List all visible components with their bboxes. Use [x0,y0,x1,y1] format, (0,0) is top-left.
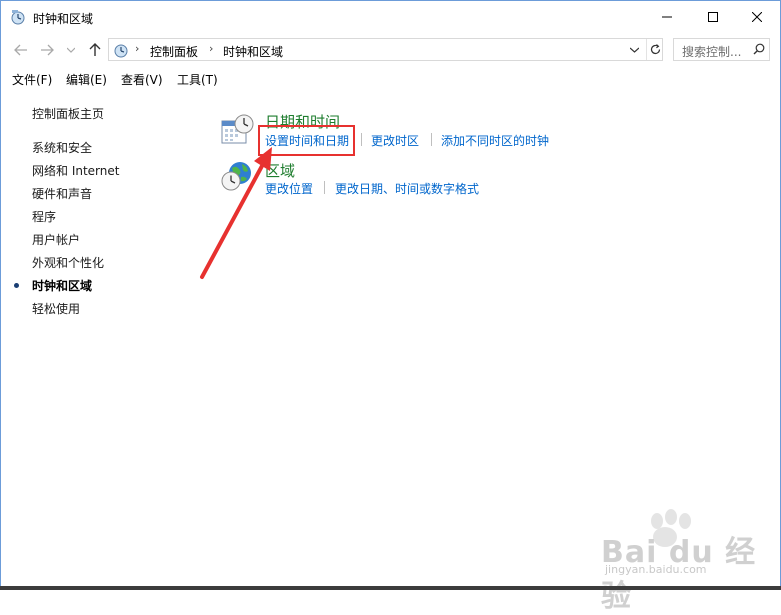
close-icon [752,12,762,22]
link-change-formats[interactable]: 更改日期、时间或数字格式 [335,180,479,197]
menu-edit[interactable]: 编辑(E) [66,71,107,88]
minimize-button[interactable] [644,1,690,33]
nav-system-security[interactable]: 系统和安全 [32,139,92,156]
nav-programs[interactable]: 程序 [32,208,56,225]
nav-network-internet[interactable]: 网络和 Internet [32,162,119,179]
nav-user-accounts[interactable]: 用户帐户 [32,231,80,248]
address-dropdown-button[interactable] [626,42,642,58]
link-add-clocks[interactable]: 添加不同时区的时钟 [441,132,549,149]
active-nav-bullet [14,283,19,288]
address-bar[interactable]: › 控制面板 › 时钟和区域 [108,38,663,61]
control-panel-icon [114,44,128,58]
navigation-bar: › 控制面板 › 时钟和区域 搜索控制... [1,33,780,67]
arrow-up-icon [89,43,101,56]
link-change-time-zone[interactable]: 更改时区 [371,132,419,149]
nav-appearance[interactable]: 外观和个性化 [32,254,104,271]
control-panel-app-icon [11,10,25,25]
minimize-icon [662,16,672,18]
arrow-left-icon [14,44,27,56]
up-button[interactable] [85,40,105,60]
back-button[interactable] [11,40,31,60]
nav-hardware-sound[interactable]: 硬件和声音 [32,185,92,202]
refresh-icon [650,44,661,55]
arrow-right-icon [41,44,54,56]
breadcrumb-control-panel[interactable]: 控制面板 [150,43,198,60]
breadcrumb-current[interactable]: 时钟和区域 [223,43,283,60]
recent-locations-button[interactable] [61,40,81,60]
forward-button[interactable] [37,40,57,60]
watermark-url: jingyan.baidu.com [605,563,707,576]
link-separator [324,181,325,194]
nav-clock-region[interactable]: 时钟和区域 [32,277,92,294]
chevron-down-icon [629,47,639,53]
menu-tools[interactable]: 工具(T) [177,71,218,88]
control-panel-window: 时钟和区域 › 控制面板 › 时钟和区域 搜索控制... 文件(F) 编辑(E)… [0,0,781,614]
chevron-down-icon [67,47,75,53]
menu-view[interactable]: 查看(V) [121,71,163,88]
window-title: 时钟和区域 [33,12,94,26]
search-box[interactable]: 搜索控制... [673,38,770,61]
link-separator [431,133,432,146]
annotation-arrow-icon [200,147,272,279]
link-separator [361,133,362,146]
breadcrumb-separator-icon[interactable]: › [209,42,213,55]
nav-ease-of-access[interactable]: 轻松使用 [32,300,80,317]
menu-file[interactable]: 文件(F) [12,71,52,88]
close-button[interactable] [734,1,780,33]
nav-control-panel-home[interactable]: 控制面板主页 [32,105,104,122]
refresh-button[interactable] [646,39,664,60]
maximize-button[interactable] [690,1,736,33]
bottom-edge-bar [0,586,781,590]
title-bar[interactable]: 时钟和区域 [1,1,780,33]
search-placeholder: 搜索控制... [682,45,742,59]
search-icon[interactable] [753,43,765,55]
breadcrumb-separator-icon[interactable]: › [135,42,139,55]
menu-bar: 文件(F) 编辑(E) 查看(V) 工具(T) [1,67,780,91]
maximize-icon [708,12,718,22]
